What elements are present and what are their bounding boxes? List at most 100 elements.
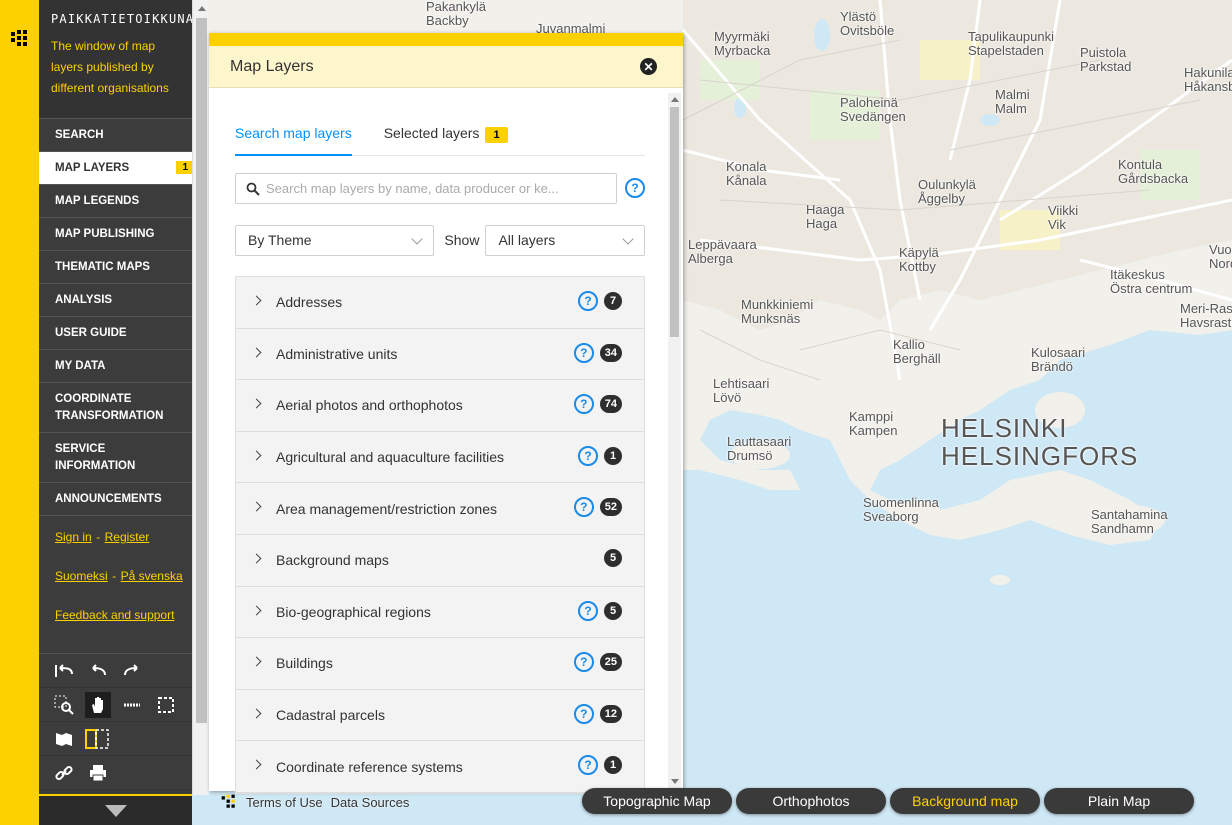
nav-item-service-information[interactable]: SERVICE INFORMATION	[39, 432, 192, 482]
panel-scroll-thumb[interactable]	[670, 107, 679, 337]
account-links: Sign in - Register Suomeksi - På svenska…	[39, 515, 192, 645]
nav-item-analysis[interactable]: ANALYSIS	[39, 283, 192, 316]
map-place-label: Pakankylä Backby	[426, 0, 486, 28]
panel-accent-bar	[209, 33, 683, 46]
layer-count-badge: 5	[604, 601, 622, 620]
layer-group-row[interactable]: Coordinate reference systems? 1	[236, 741, 644, 793]
collapse-sidebar-button[interactable]	[39, 794, 192, 825]
nav-item-search[interactable]: SEARCH	[39, 118, 192, 151]
measure-area-icon[interactable]	[153, 692, 179, 718]
nav-label: USER GUIDE	[55, 327, 127, 339]
link-separator: -	[96, 530, 101, 544]
layer-group-row[interactable]: Area management/restriction zones? 52	[236, 483, 644, 535]
sign-in-link[interactable]: Sign in	[55, 530, 92, 544]
basemap-topographic-button[interactable]: Topographic Map	[582, 788, 732, 814]
panel-scrollbar[interactable]	[668, 93, 681, 788]
group-help-icon[interactable]: ?	[573, 497, 594, 518]
nav-label: MAP LAYERS	[55, 162, 130, 174]
map-place-label: Oulunkylä Åggelby	[918, 177, 976, 206]
basemap-orthophotos-button[interactable]: Orthophotos	[736, 788, 886, 814]
sidebar-scroll-thumb[interactable]	[196, 18, 207, 723]
map-place-label: Meri-RastilaHavsrastböle	[1180, 301, 1232, 330]
nav-item-coordinate-transformation[interactable]: COORDINATE TRANSFORMATION	[39, 382, 192, 432]
nav-item-map-layers[interactable]: MAP LAYERS 1	[39, 151, 192, 184]
reset-view-icon[interactable]	[51, 658, 77, 684]
group-help-icon[interactable]: ?	[578, 600, 598, 621]
pan-hand-icon[interactable]	[85, 691, 111, 718]
show-filter-select[interactable]: All layers	[485, 224, 645, 256]
show-label: Show	[444, 232, 480, 248]
basemap-plain-button[interactable]: Plain Map	[1044, 788, 1194, 814]
layer-group-row[interactable]: Aerial photos and orthophotos? 74	[236, 380, 644, 432]
redo-icon[interactable]	[119, 658, 145, 684]
map-place-label: Kamppi Kampen	[849, 409, 898, 438]
map-place-label: Malmi Malm	[995, 87, 1030, 116]
group-help-icon[interactable]: ?	[573, 703, 594, 724]
group-help-icon[interactable]: ?	[573, 342, 594, 363]
layer-group-row[interactable]: Agricultural and aquaculture facilities?…	[236, 431, 644, 484]
layer-group-row[interactable]: Addresses? 7	[236, 277, 644, 329]
register-link[interactable]: Register	[105, 530, 150, 544]
chevron-right-icon	[251, 398, 262, 409]
close-icon[interactable]: ✕	[640, 58, 657, 75]
map-place-label: VuosaariNordsjö	[1209, 242, 1232, 271]
map-place-label: Kontula Gårdsbacka	[1118, 157, 1189, 186]
layer-group-row[interactable]: Administrative units? 34	[236, 328, 644, 381]
layer-search-input[interactable]	[266, 181, 611, 196]
tab-search-map-layers[interactable]: Search map layers	[235, 121, 352, 156]
print-icon[interactable]	[85, 760, 111, 786]
layer-count-badge: 7	[604, 292, 622, 310]
layer-group-name: Bio-geographical regions	[276, 603, 431, 620]
nav-item-map-publishing[interactable]: MAP PUBLISHING	[39, 217, 192, 250]
nav-item-announcements[interactable]: ANNOUNCEMENTS	[39, 482, 192, 515]
tab-selected-layers[interactable]: Selected layers 1	[384, 121, 508, 156]
chevron-right-icon	[251, 759, 262, 770]
nav-item-thematic-maps[interactable]: THEMATIC MAPS	[39, 250, 192, 283]
nav-item-map-legends[interactable]: MAP LEGENDS	[39, 184, 192, 217]
map-place-label: Kallio Berghäll	[893, 337, 941, 366]
layer-search-box[interactable]	[235, 173, 617, 204]
basemap-background-button[interactable]: Background map	[890, 788, 1040, 814]
layer-group-row[interactable]: Cadastral parcels? 12	[236, 689, 644, 742]
layer-group-row[interactable]: Background maps 5	[236, 534, 644, 587]
layer-count-badge: 25	[599, 653, 622, 672]
panel-header[interactable]: Map Layers ✕	[209, 46, 683, 88]
layer-group-row[interactable]: Buildings? 25	[236, 638, 644, 690]
feedback-link[interactable]: Feedback and support	[55, 608, 174, 622]
group-help-icon[interactable]: ?	[573, 652, 594, 673]
map-place-label: Tapulikaupunki Stapelstaden	[968, 29, 1055, 58]
map-place-label: Lehtisaari Lövö	[713, 376, 770, 405]
undo-icon[interactable]	[85, 658, 111, 684]
zoom-box-icon[interactable]	[51, 692, 77, 718]
language-finnish-link[interactable]: Suomeksi	[55, 569, 108, 583]
measure-line-icon[interactable]	[119, 692, 145, 718]
sidebar-scrollbar[interactable]	[192, 0, 209, 795]
link-icon[interactable]	[51, 760, 77, 786]
nav-item-my-data[interactable]: MY DATA	[39, 349, 192, 382]
chevron-right-icon	[251, 708, 262, 719]
data-sources-link[interactable]: Data Sources	[331, 795, 410, 810]
search-help-icon[interactable]: ?	[625, 178, 645, 198]
map-split-icon[interactable]	[85, 726, 111, 752]
brand-header: PAIKKATIETOIKKUNA The window of map laye…	[39, 0, 193, 118]
chevron-right-icon	[251, 295, 262, 306]
brand-title[interactable]: PAIKKATIETOIKKUNA	[51, 12, 193, 26]
group-by-select[interactable]: By Theme	[235, 224, 435, 256]
map-place-label: Puistola Parkstad	[1080, 45, 1132, 74]
layer-group-row[interactable]: Bio-geographical regions? 5	[236, 586, 644, 639]
panel-title: Map Layers	[230, 57, 314, 75]
search-icon	[246, 182, 260, 196]
map-book-icon[interactable]	[51, 726, 77, 752]
group-help-icon[interactable]: ?	[578, 291, 598, 311]
terms-of-use-link[interactable]: Terms of Use	[246, 795, 323, 810]
nav-item-user-guide[interactable]: USER GUIDE	[39, 316, 192, 349]
nav-label: MY DATA	[55, 360, 106, 372]
group-help-icon[interactable]: ?	[573, 394, 594, 415]
group-help-icon[interactable]: ?	[578, 755, 598, 776]
show-filter-value: All layers	[498, 232, 556, 248]
layer-count-badge: 34	[599, 343, 622, 362]
layer-group-name: Coordinate reference systems	[276, 758, 463, 775]
layer-count-badge: 1	[604, 446, 622, 465]
group-help-icon[interactable]: ?	[578, 445, 598, 466]
language-swedish-link[interactable]: På svenska	[121, 569, 183, 583]
